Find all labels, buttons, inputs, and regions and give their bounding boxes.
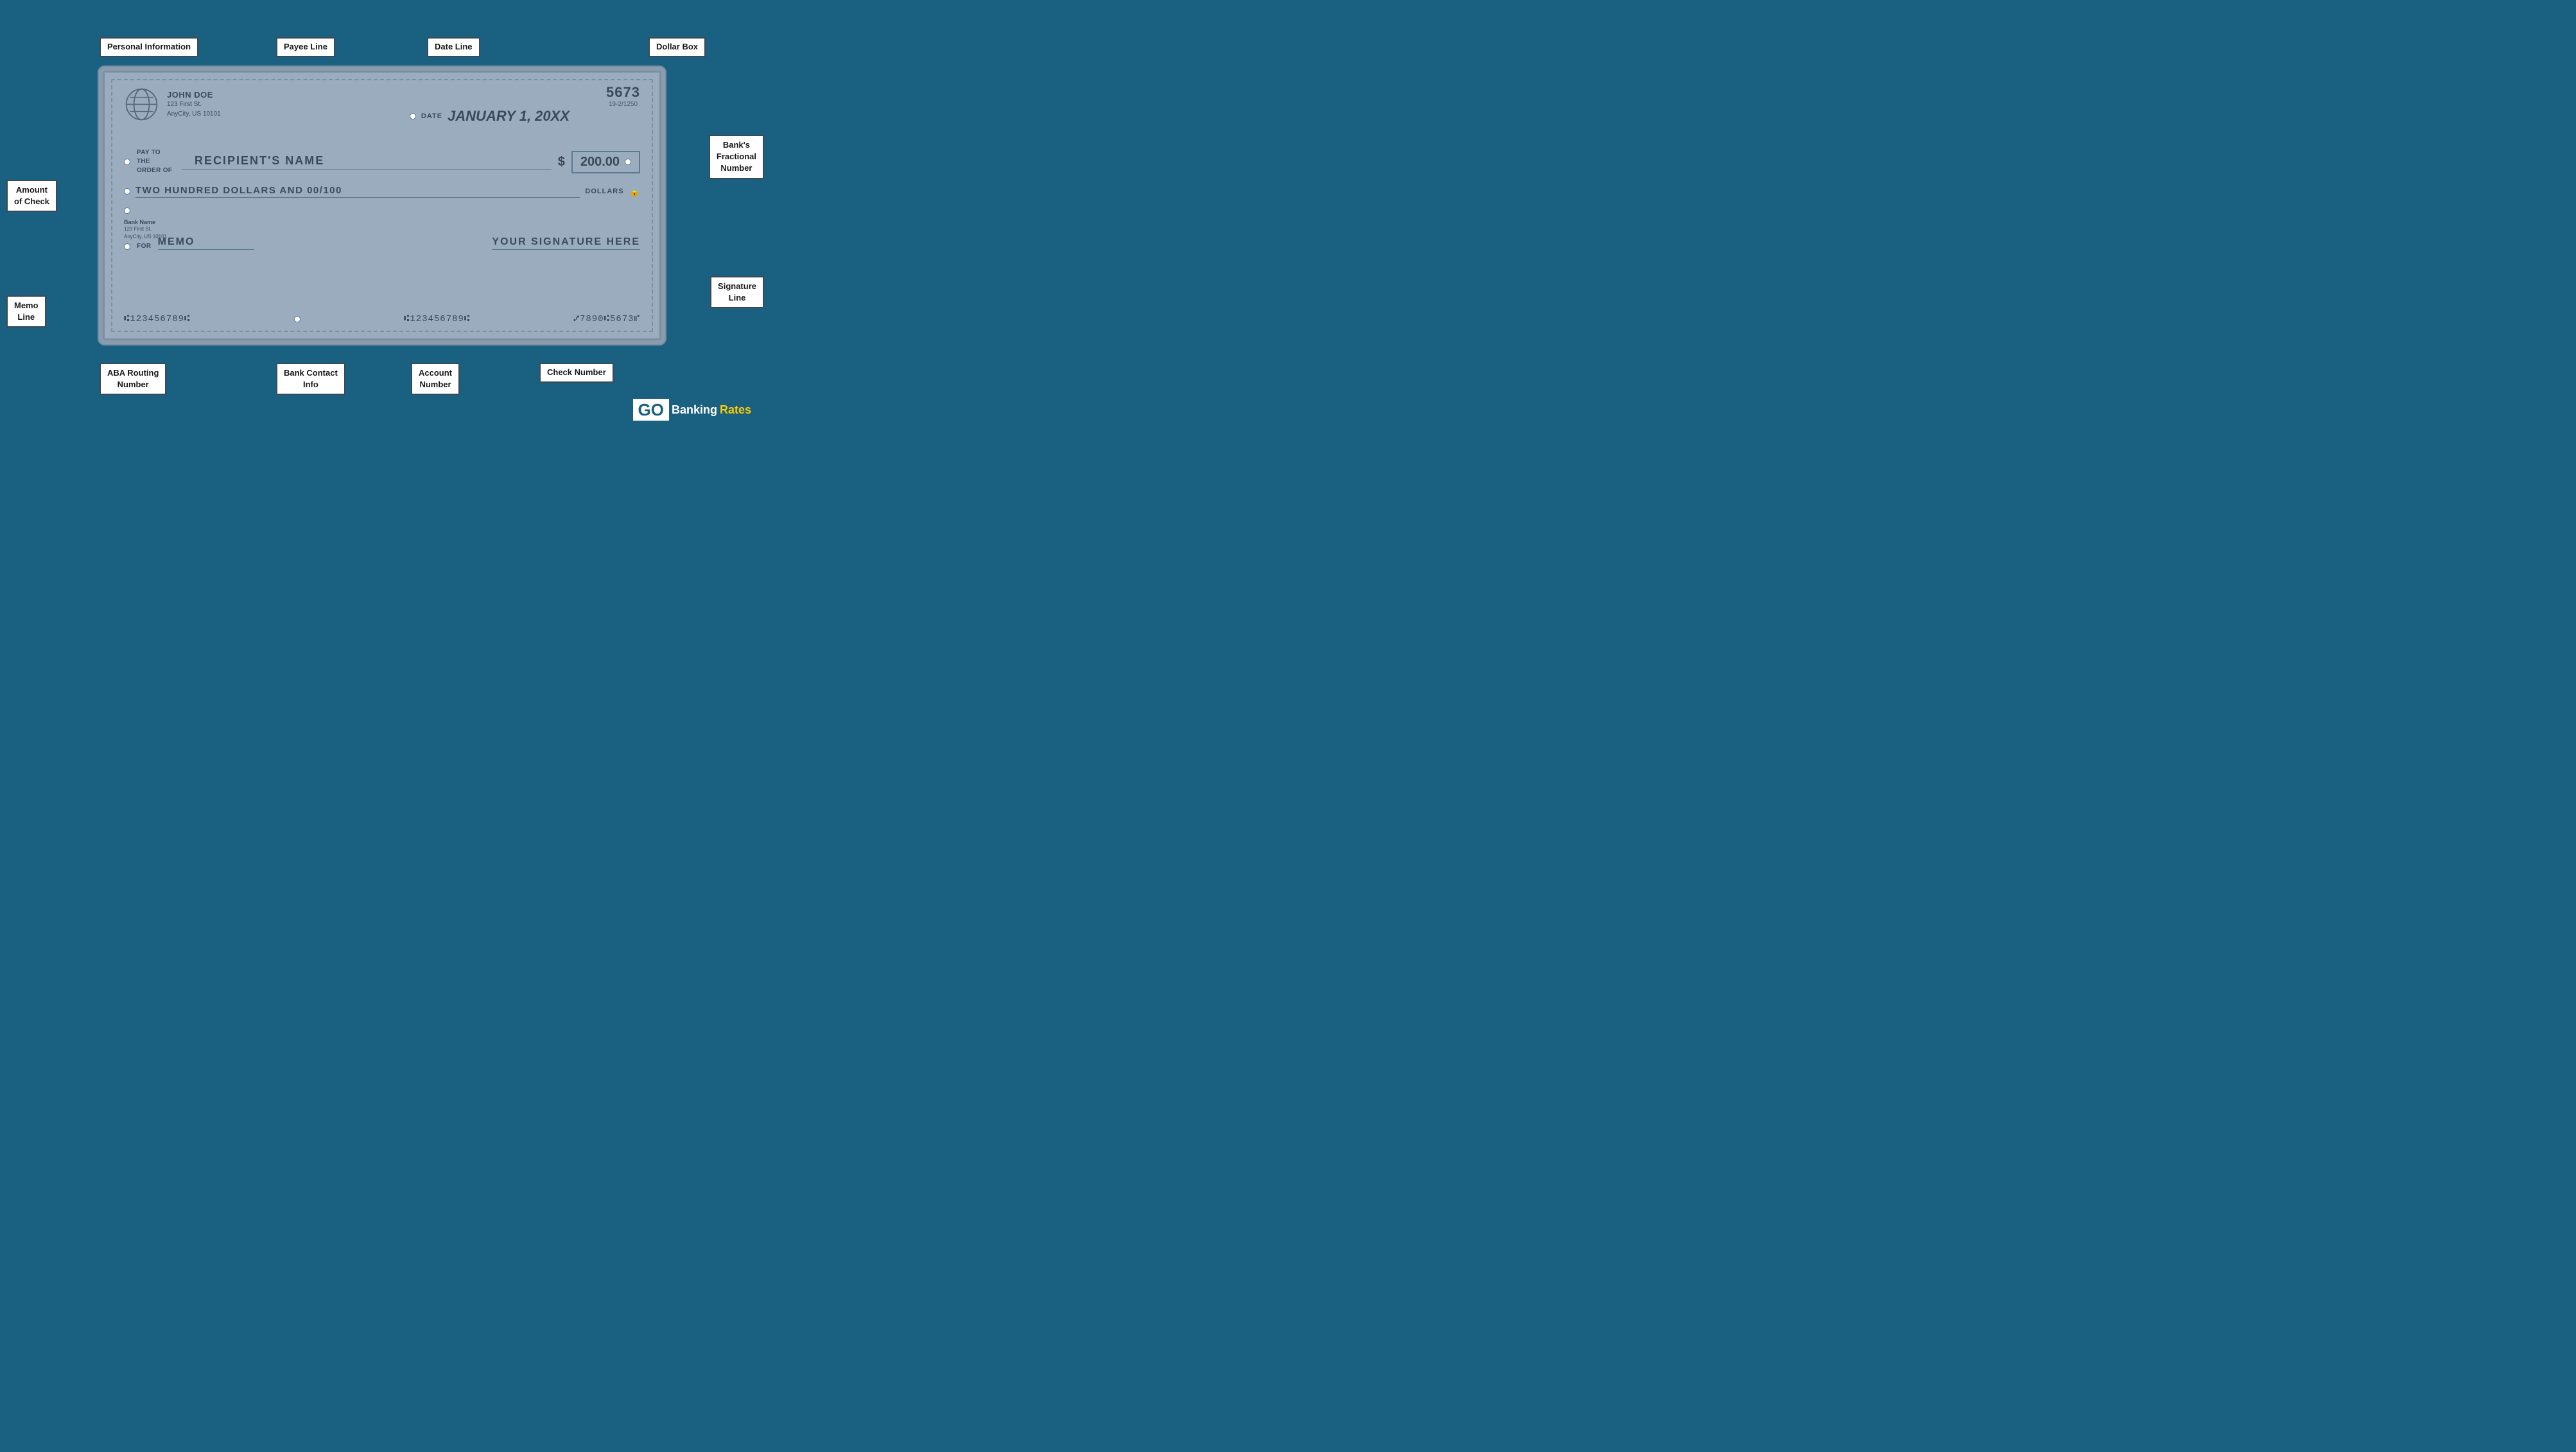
personal-information-label: Personal Information bbox=[100, 37, 198, 57]
date-area: DATE JANUARY 1, 20XX bbox=[410, 108, 570, 125]
payee-dot bbox=[124, 159, 130, 165]
brand-banking: Banking bbox=[669, 401, 720, 418]
owner-name: JOHN DOE bbox=[167, 90, 221, 100]
banks-fractional-label: Bank'sFractionalNumber bbox=[709, 135, 764, 179]
memo-dot bbox=[124, 243, 130, 250]
globe-icon bbox=[124, 87, 159, 122]
signature-line-label: SignatureLine bbox=[710, 276, 764, 308]
dollar-sign: $ bbox=[558, 155, 565, 170]
brand-rates: Rates bbox=[720, 404, 751, 415]
date-label: DATE bbox=[421, 112, 442, 120]
owner-address-2: AnyCity, US 10101 bbox=[167, 109, 221, 119]
bank-contact-info-label: Bank ContactInfo bbox=[276, 363, 345, 395]
date-dot bbox=[410, 113, 416, 119]
check-body: 5673 19-2/1250 JOHN DOE 123 First St. An… bbox=[103, 71, 661, 340]
dollar-box-label: Dollar Box bbox=[648, 37, 706, 57]
amount-dot bbox=[625, 159, 631, 165]
check-diagram: 5673 19-2/1250 JOHN DOE 123 First St. An… bbox=[103, 71, 661, 340]
date-line-label: Date Line bbox=[427, 37, 480, 57]
pay-to-area: PAY TO THEORDER OF RECIPIENT'S NAME $ 20… bbox=[124, 148, 640, 175]
check-number-label: Check Number bbox=[539, 363, 614, 383]
micr-check: ⑇7890⑆5673⑈ bbox=[574, 314, 640, 324]
account-number-label: AccountNumber bbox=[411, 363, 460, 395]
owner-address-1: 123 First St. bbox=[167, 100, 221, 109]
personal-info-area: JOHN DOE 123 First St. AnyCity, US 10101 bbox=[124, 87, 221, 122]
branding: GO Banking Rates bbox=[633, 399, 752, 421]
check-number-area: 5673 19-2/1250 bbox=[606, 84, 640, 108]
written-amount: TWO HUNDRED DOLLARS AND 00/100 bbox=[135, 185, 580, 198]
fractional-number: 19-2/1250 bbox=[606, 101, 640, 108]
micr-account: ⑆123456789⑆ bbox=[404, 314, 470, 324]
signature-area: YOUR SIGNATURE HERE bbox=[261, 236, 640, 250]
amount-of-check-label: Amountof Check bbox=[6, 180, 57, 212]
micr-line: ⑆123456789⑆ ⑆123456789⑆ ⑇7890⑆5673⑈ bbox=[124, 314, 640, 324]
amount-numeric: 200.00 bbox=[580, 155, 620, 170]
written-amount-area: TWO HUNDRED DOLLARS AND 00/100 DOLLARS 🔒 bbox=[124, 185, 640, 198]
brand-go: GO bbox=[633, 399, 669, 421]
payee-line-label: Payee Line bbox=[276, 37, 335, 57]
signature-text: YOUR SIGNATURE HERE bbox=[492, 236, 640, 250]
written-amount-dot bbox=[124, 188, 130, 195]
memo-line-label: MemoLine bbox=[6, 295, 46, 328]
dollars-label: DOLLARS bbox=[585, 188, 623, 195]
for-label: FOR bbox=[137, 243, 152, 250]
pay-to-label: PAY TO THEORDER OF bbox=[137, 148, 175, 175]
owner-details: JOHN DOE 123 First St. AnyCity, US 10101 bbox=[167, 90, 221, 119]
recipient-name: RECIPIENT'S NAME bbox=[182, 154, 552, 170]
check-number: 5673 bbox=[606, 84, 640, 101]
bank-address-1: 123 First St. bbox=[124, 225, 167, 233]
date-value: JANUARY 1, 20XX bbox=[448, 108, 570, 125]
micr-account-dot bbox=[294, 316, 300, 322]
memo-text: MEMO bbox=[158, 236, 254, 250]
aba-routing-label: ABA RoutingNumber bbox=[100, 363, 166, 395]
bank-info-dot bbox=[124, 207, 130, 214]
bank-name: Bank Name bbox=[124, 219, 167, 225]
dollar-box: 200.00 bbox=[571, 151, 640, 173]
micr-routing: ⑆123456789⑆ bbox=[124, 314, 190, 324]
lock-icon: 🔒 bbox=[629, 186, 640, 197]
memo-sig-area: FOR MEMO YOUR SIGNATURE HERE bbox=[124, 236, 640, 250]
